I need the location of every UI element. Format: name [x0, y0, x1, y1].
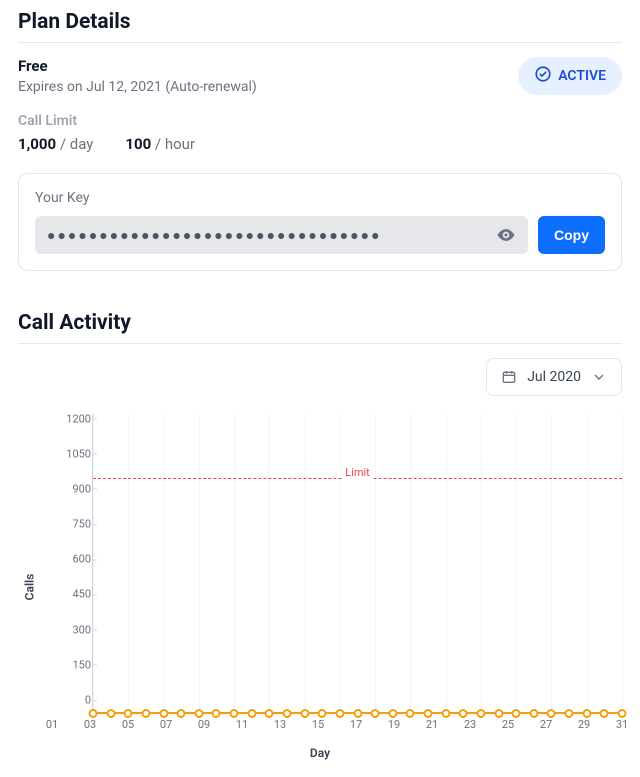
data-point	[582, 709, 591, 718]
data-point	[89, 709, 98, 718]
data-point	[318, 709, 327, 718]
call-activity-heading: Call Activity	[18, 311, 622, 335]
divider	[18, 343, 622, 344]
limit-per-hour: 100 / hour	[125, 135, 195, 153]
plan-details-heading: Plan Details	[18, 10, 622, 34]
x-tick: 17	[350, 718, 362, 731]
data-point	[300, 709, 309, 718]
y-tick: 600	[53, 553, 91, 566]
data-point	[441, 709, 450, 718]
x-tick: 31	[616, 718, 628, 731]
x-tick: 01	[46, 718, 58, 731]
api-key-masked: ●●●●●●●●●●●●●●●●●●●●●●●●●●●●●●●●	[47, 227, 382, 244]
x-tick: 05	[122, 718, 134, 731]
data-point	[177, 709, 186, 718]
data-point	[194, 709, 203, 718]
y-tick: 150	[53, 658, 91, 671]
api-key-label: Your Key	[35, 190, 605, 206]
copy-button[interactable]: Copy	[538, 216, 605, 254]
x-tick: 03	[84, 718, 96, 731]
x-tick: 29	[578, 718, 590, 731]
data-point	[212, 709, 221, 718]
x-axis-label: Day	[310, 746, 330, 760]
calendar-icon	[501, 369, 517, 385]
call-limit-label: Call Limit	[18, 113, 622, 129]
y-tick: 300	[53, 623, 91, 636]
data-point	[282, 709, 291, 718]
data-point	[353, 709, 362, 718]
api-key-field[interactable]: ●●●●●●●●●●●●●●●●●●●●●●●●●●●●●●●●	[35, 216, 528, 254]
data-point	[141, 709, 150, 718]
divider	[18, 42, 622, 43]
api-key-panel: Your Key ●●●●●●●●●●●●●●●●●●●●●●●●●●●●●●●…	[18, 173, 622, 271]
data-point	[565, 709, 574, 718]
x-tick: 11	[236, 718, 248, 731]
x-tick: 07	[160, 718, 172, 731]
month-label: Jul 2020	[527, 369, 581, 385]
x-tick: 13	[274, 718, 286, 731]
y-tick: 1050	[53, 447, 91, 460]
x-tick: 19	[388, 718, 400, 731]
y-tick: 750	[53, 518, 91, 531]
data-point	[618, 709, 627, 718]
x-tick: 25	[502, 718, 514, 731]
data-point	[388, 709, 397, 718]
data-point	[547, 709, 556, 718]
x-tick: 21	[426, 718, 438, 731]
data-point	[424, 709, 433, 718]
x-tick: 15	[312, 718, 324, 731]
y-axis-label: Calls	[22, 574, 36, 601]
data-point	[247, 709, 256, 718]
chevron-down-icon	[591, 369, 607, 385]
eye-icon[interactable]	[496, 225, 516, 245]
plan-expires: Expires on Jul 12, 2021 (Auto-renewal)	[18, 79, 257, 95]
data-point	[600, 709, 609, 718]
data-point	[124, 709, 133, 718]
data-point	[459, 709, 468, 718]
data-point	[335, 709, 344, 718]
y-tick: 900	[53, 482, 91, 495]
data-point	[159, 709, 168, 718]
plan-name: Free	[18, 57, 257, 75]
x-tick: 09	[198, 718, 210, 731]
data-point	[512, 709, 521, 718]
data-point	[494, 709, 503, 718]
limit-annotation: Limit	[341, 466, 374, 479]
data-point	[476, 709, 485, 718]
limit-hour-value: 100	[125, 135, 151, 153]
check-circle-icon	[534, 65, 552, 87]
chart: Calls 015030045060075090010501200 Limit …	[18, 414, 622, 760]
data-point	[371, 709, 380, 718]
y-tick: 450	[53, 588, 91, 601]
status-badge: ACTIVE	[518, 57, 622, 95]
data-point	[265, 709, 274, 718]
status-label: ACTIVE	[558, 68, 606, 84]
y-tick: 0	[53, 694, 91, 707]
data-point	[106, 709, 115, 718]
limit-per-day: 1,000 / day	[18, 135, 93, 153]
limit-day-per: / day	[56, 135, 93, 153]
x-tick: 23	[464, 718, 476, 731]
data-point	[406, 709, 415, 718]
data-point	[529, 709, 538, 718]
y-tick: 1200	[53, 412, 91, 425]
limit-day-value: 1,000	[18, 135, 56, 153]
month-picker[interactable]: Jul 2020	[486, 358, 622, 396]
x-tick: 27	[540, 718, 552, 731]
data-point	[230, 709, 239, 718]
limit-hour-per: / hour	[151, 135, 195, 153]
